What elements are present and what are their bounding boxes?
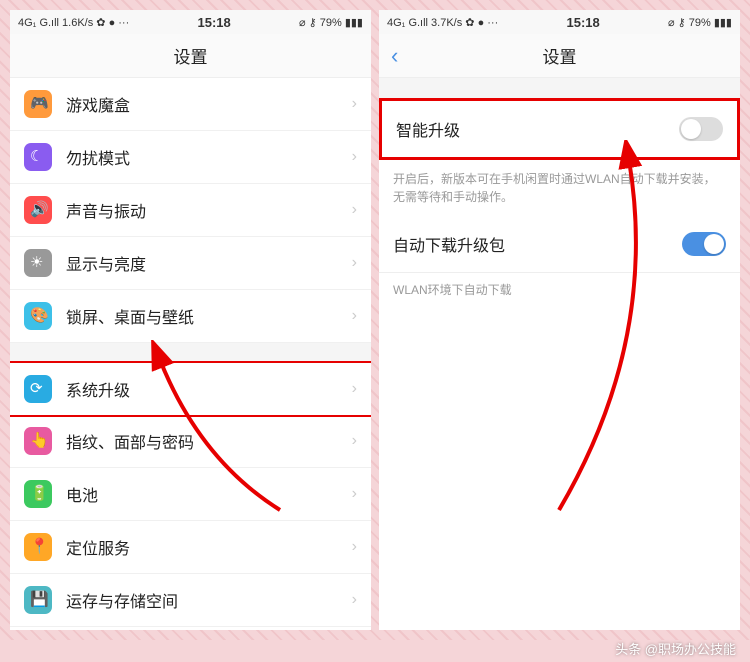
row-label: 指纹、面部与密码 [66, 429, 352, 453]
row-label: 声音与振动 [66, 198, 352, 222]
settings-list: 🎮 游戏魔盒 › ☾ 勿扰模式 › 🔊 声音与振动 › ☀ 显示与亮度 › 🎨 [10, 78, 371, 630]
page-title: 设置 [543, 43, 577, 68]
watermark: 头条 @职场办公技能 [615, 639, 736, 658]
row-lockscreen[interactable]: 🎨 锁屏、桌面与壁纸 › [10, 290, 371, 343]
row-display[interactable]: ☀ 显示与亮度 › [10, 237, 371, 290]
row-label: 勿扰模式 [66, 145, 352, 169]
row-label: 锁屏、桌面与壁纸 [66, 304, 352, 328]
row-label: 游戏魔盒 [66, 92, 352, 116]
row-label: 自动下载升级包 [393, 232, 505, 256]
chevron-right-icon: › [352, 538, 357, 556]
row-label: 运存与存储空间 [66, 588, 352, 612]
status-left: 4G₁ G.ıll 1.6K/s ✿ ● ··· [18, 16, 129, 29]
row-sound[interactable]: 🔊 声音与振动 › [10, 184, 371, 237]
phone-left: 4G₁ G.ıll 1.6K/s ✿ ● ··· 15:18 ⌀ ⚷ 79% ▮… [10, 10, 371, 630]
moon-icon: ☾ [24, 143, 52, 171]
row-biometric[interactable]: 👆 指纹、面部与密码 › [10, 415, 371, 468]
row-smart-upgrade[interactable]: 智能升级 [379, 98, 740, 160]
phone-right: 4G₁ G.ıll 3.7K/s ✿ ● ··· 15:18 ⌀ ⚷ 79% ▮… [379, 10, 740, 630]
speaker-icon: 🔊 [24, 196, 52, 224]
chevron-right-icon: › [352, 148, 357, 166]
auto-download-sub: WLAN环境下自动下载 [379, 273, 740, 306]
toggle-auto-download[interactable] [682, 232, 726, 256]
row-auto-download[interactable]: 自动下载升级包 [379, 216, 740, 273]
chevron-right-icon: › [352, 307, 357, 325]
status-time: 15:18 [566, 15, 599, 30]
gamepad-icon: 🎮 [24, 90, 52, 118]
row-label: 显示与亮度 [66, 251, 352, 275]
status-right: ⌀ ⚷ 79% ▮▮▮ [299, 16, 363, 29]
update-icon: ⟳ [24, 375, 52, 403]
row-dnd[interactable]: ☾ 勿扰模式 › [10, 131, 371, 184]
chevron-right-icon: › [352, 254, 357, 272]
chevron-right-icon: › [352, 95, 357, 113]
titlebar: ‹ 设置 [379, 34, 740, 78]
row-game[interactable]: 🎮 游戏魔盒 › [10, 78, 371, 131]
chevron-right-icon: › [352, 201, 357, 219]
status-left: 4G₁ G.ıll 3.7K/s ✿ ● ··· [387, 16, 498, 29]
battery-icon: 🔋 [24, 480, 52, 508]
row-more[interactable]: ⚙ 更多设置 › [10, 627, 371, 630]
chevron-right-icon: › [352, 432, 357, 450]
palette-icon: 🎨 [24, 302, 52, 330]
row-label: 定位服务 [66, 535, 352, 559]
row-location[interactable]: 📍 定位服务 › [10, 521, 371, 574]
chevron-right-icon: › [352, 380, 357, 398]
row-label: 电池 [66, 482, 352, 506]
chevron-right-icon: › [352, 485, 357, 503]
brightness-icon: ☀ [24, 249, 52, 277]
back-button[interactable]: ‹ [391, 43, 398, 69]
storage-icon: 💾 [24, 586, 52, 614]
row-storage[interactable]: 💾 运存与存储空间 › [10, 574, 371, 627]
row-system-update[interactable]: ⟳ 系统升级 › [10, 361, 371, 417]
section-gap [10, 343, 371, 363]
smart-upgrade-desc: 开启后，新版本可在手机闲置时通过WLAN自动下载并安装，无需等待和手动操作。 [379, 160, 740, 216]
row-battery[interactable]: 🔋 电池 › [10, 468, 371, 521]
status-bar: 4G₁ G.ıll 1.6K/s ✿ ● ··· 15:18 ⌀ ⚷ 79% ▮… [10, 10, 371, 34]
section-gap [379, 78, 740, 98]
status-bar: 4G₁ G.ıll 3.7K/s ✿ ● ··· 15:18 ⌀ ⚷ 79% ▮… [379, 10, 740, 34]
status-time: 15:18 [197, 15, 230, 30]
chevron-right-icon: › [352, 591, 357, 609]
location-icon: 📍 [24, 533, 52, 561]
toggle-smart-upgrade[interactable] [679, 117, 723, 141]
status-right: ⌀ ⚷ 79% ▮▮▮ [668, 16, 732, 29]
row-label: 智能升级 [396, 117, 460, 141]
titlebar: 设置 [10, 34, 371, 78]
page-title: 设置 [174, 43, 208, 68]
row-label: 系统升级 [66, 377, 352, 401]
fingerprint-icon: 👆 [24, 427, 52, 455]
